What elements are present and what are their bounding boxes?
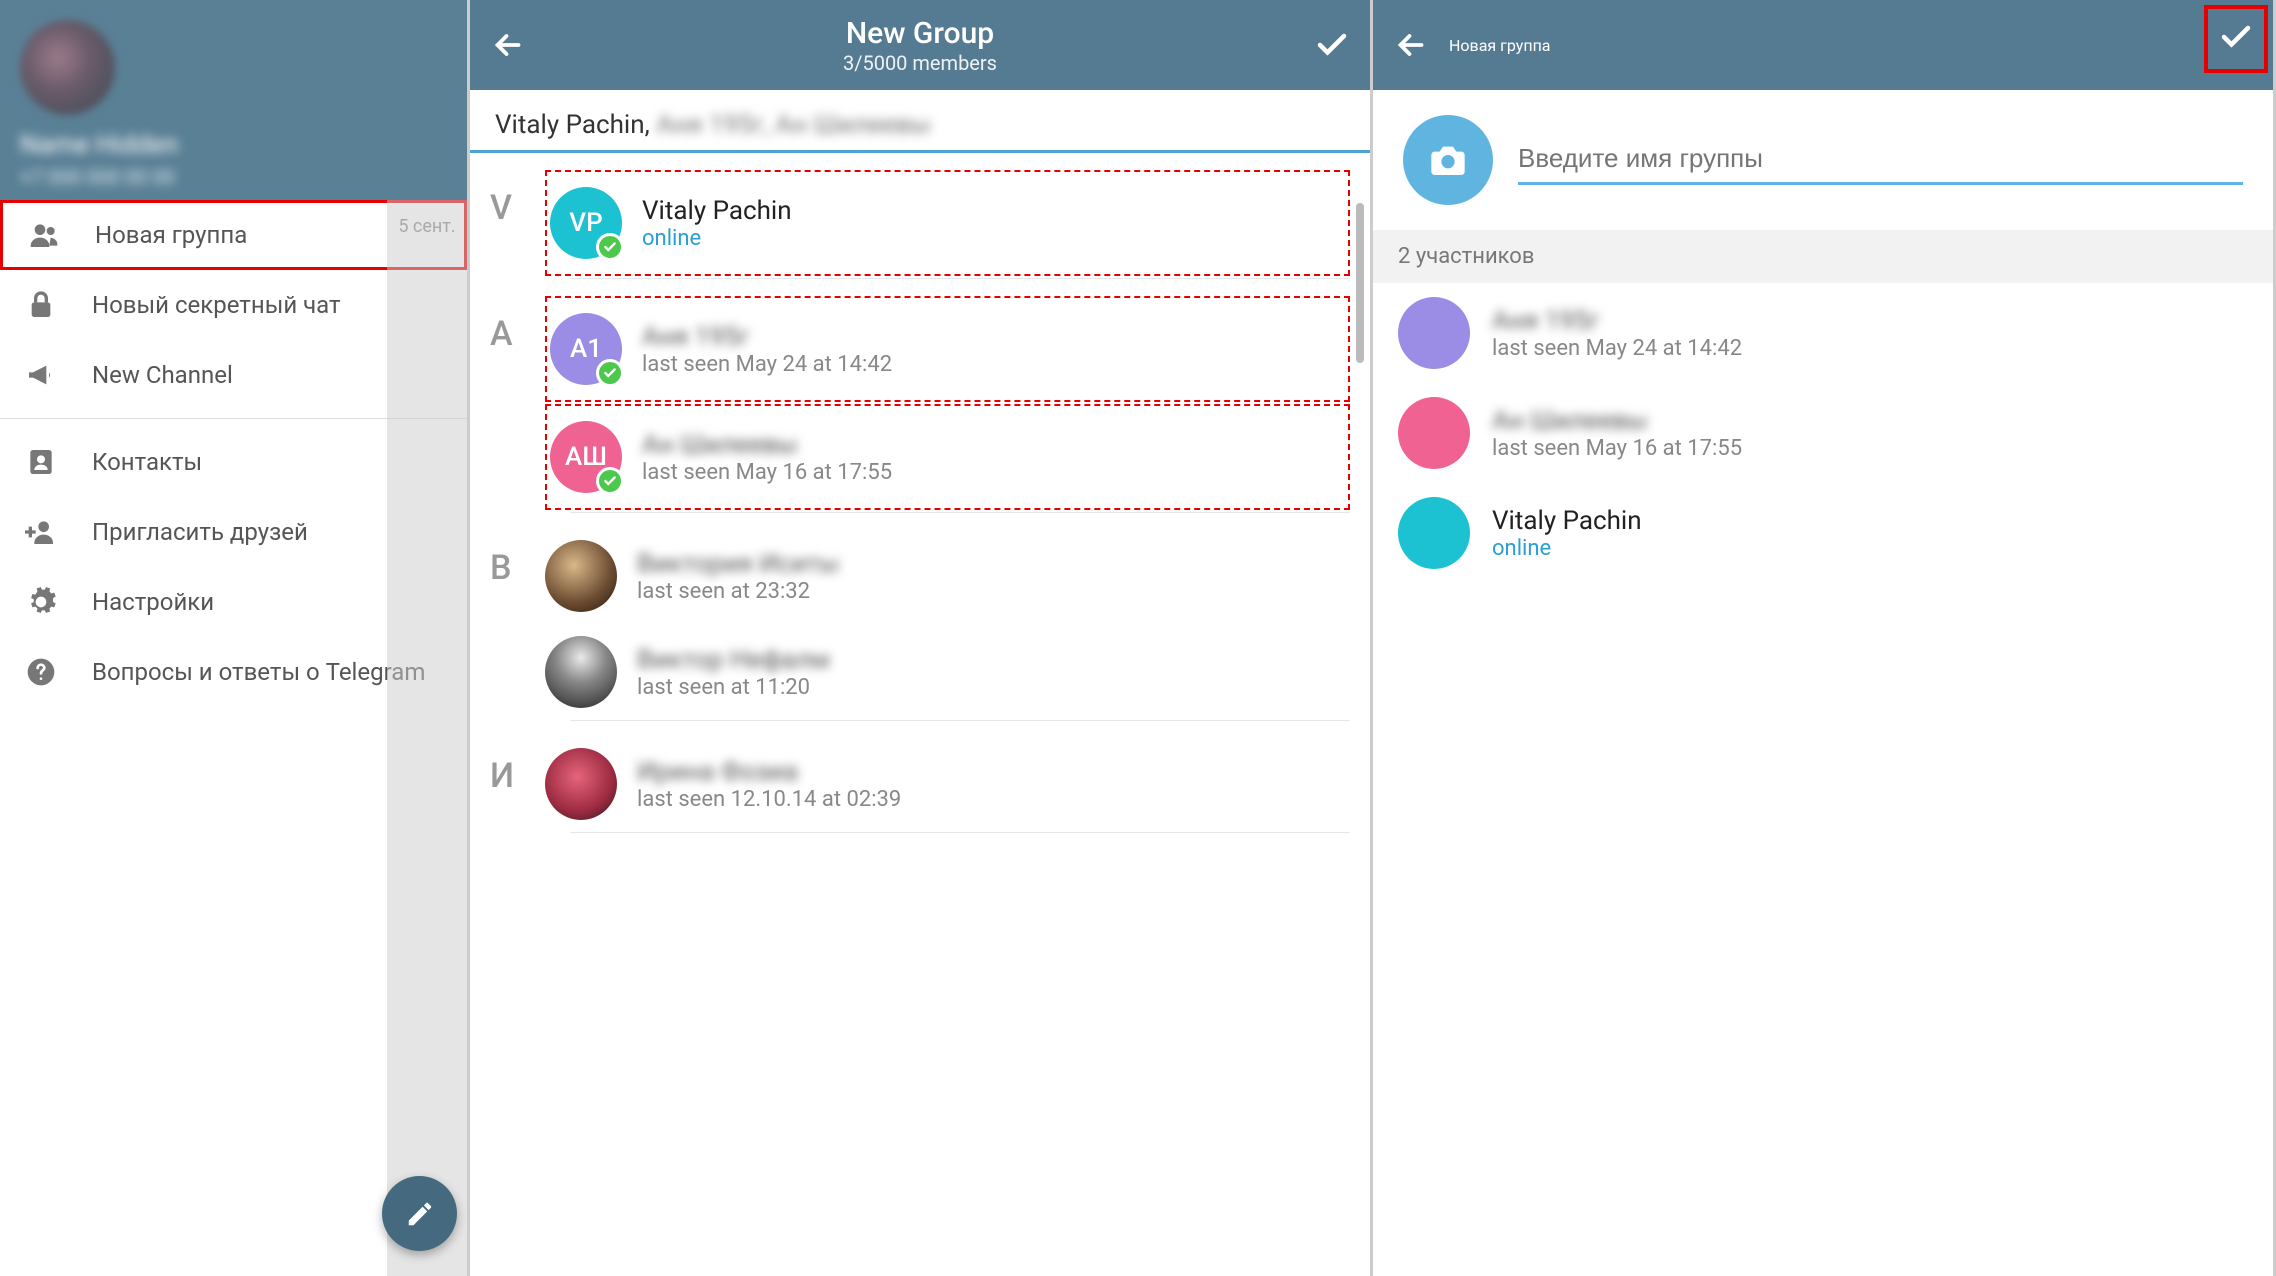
member-avatar [1398, 397, 1470, 469]
confirm-icon[interactable] [2218, 19, 2254, 55]
selected-member-blurred: Аня 195г, Ан Шилеевы [656, 110, 931, 140]
menu-item-label: Контакты [92, 448, 202, 476]
group-icon [28, 219, 60, 251]
header-title: Новая группа [1449, 36, 1551, 55]
contact-avatar: АШ [550, 421, 622, 493]
contact-name: Ан Шилеевы [642, 430, 892, 460]
contact-status: last seen at 11:20 [637, 675, 830, 700]
member-item[interactable]: Ан Шилеевыlast seen May 16 at 17:55 [1373, 383, 2273, 483]
pencil-icon [405, 1199, 435, 1229]
members-list: Аня 195гlast seen May 24 at 14:42Ан Шиле… [1373, 283, 2273, 583]
confirm-highlight [2204, 5, 2268, 73]
group-photo-button[interactable] [1403, 115, 1493, 205]
selected-member-name: Vitaly Pachin, [495, 110, 650, 140]
member-avatar [1398, 497, 1470, 569]
contact-status: last seen May 16 at 17:55 [642, 460, 892, 485]
profile-avatar[interactable] [20, 20, 115, 115]
contact-name: Виктория Иситы [637, 549, 839, 579]
contacts-list[interactable]: VVPVitaly PachinonlineAА1Аня 195гlast se… [470, 153, 1370, 1276]
member-status: last seen May 16 at 17:55 [1492, 436, 1742, 461]
contacts-section: ВВиктория Иситыlast seen at 23:32Виктор … [470, 513, 1370, 720]
new-group-header: New Group 3/5000 members [470, 0, 1370, 90]
group-name-input[interactable] [1518, 135, 2243, 185]
drawer-panel: 05 окт. 5 сент. Name Hidden +7 000 000 0… [0, 0, 470, 1276]
members-count-header: 2 участников [1373, 230, 2273, 283]
member-status: last seen May 24 at 14:42 [1492, 336, 1742, 361]
contact-status: last seen at 23:32 [637, 579, 839, 604]
camera-icon [1428, 140, 1468, 180]
contact-item[interactable]: Виктория Иситыlast seen at 23:32 [545, 528, 1350, 624]
contacts-section: AА1 Аня 195гlast seen May 24 at 14:42 АШ Ан… [470, 279, 1370, 512]
help-icon [25, 656, 57, 688]
compose-fab[interactable] [382, 1176, 457, 1251]
selected-members-bar[interactable]: Vitaly Pachin, Аня 195г, Ан Шилеевы [470, 90, 1370, 153]
contact-avatar: А1 [550, 313, 622, 385]
back-icon[interactable] [1393, 27, 1429, 63]
profile-phone: +7 000 000 00 00 [20, 165, 447, 189]
contact-name: Ирина Фозиа [637, 757, 901, 787]
section-letter: V [490, 168, 545, 228]
section-letter: В [490, 528, 545, 588]
chat-date: 5 сент. [398, 216, 455, 237]
contact-icon [25, 446, 57, 478]
section-letter: A [490, 294, 545, 354]
menu-item-label: New Channel [92, 361, 233, 389]
section-letter: И [490, 736, 545, 796]
contact-status: online [642, 226, 792, 251]
contact-avatar [545, 540, 617, 612]
lock-icon [25, 289, 57, 321]
contact-avatar: VP [550, 187, 622, 259]
contact-name: Vitaly Pachin [642, 196, 792, 226]
member-name: Vitaly Pachin [1492, 506, 1642, 536]
menu-item-label: Новый секретный чат [92, 291, 341, 319]
member-name: Ан Шилеевы [1492, 406, 1742, 436]
confirm-icon[interactable] [1314, 27, 1350, 63]
member-avatar [1398, 297, 1470, 369]
group-setup-header: Новая группа [1373, 0, 2273, 90]
invite-icon [25, 516, 57, 548]
contact-status: last seen May 24 at 14:42 [642, 352, 892, 377]
group-setup-panel: Новая группа 2 участников Аня 195гlast s… [1373, 0, 2276, 1276]
menu-item-label: Вопросы и ответы о Telegram [92, 658, 425, 686]
contacts-section: ИИрина Фозиаlast seen 12.10.14 at 02:39 [470, 721, 1370, 832]
gear-icon [25, 586, 57, 618]
contact-status: last seen 12.10.14 at 02:39 [637, 787, 901, 812]
scrollbar[interactable] [1356, 203, 1364, 363]
member-name: Аня 195г [1492, 306, 1742, 336]
member-item[interactable]: Аня 195гlast seen May 24 at 14:42 [1373, 283, 2273, 383]
header-title: New Group [546, 16, 1294, 51]
drawer-header: Name Hidden +7 000 000 00 00 [0, 0, 467, 200]
contact-name: Виктор Нефалм [637, 645, 830, 675]
contact-item[interactable]: Виктор Нефалмlast seen at 11:20 [545, 624, 1350, 720]
contact-avatar [545, 636, 617, 708]
contact-item[interactable]: VP Vitaly Pachinonline [550, 175, 1345, 271]
contact-item[interactable]: А1 Аня 195гlast seen May 24 at 14:42 [550, 301, 1345, 397]
selected-badge-icon [596, 467, 624, 495]
contact-avatar [545, 748, 617, 820]
contacts-section: VVP Vitaly Pachinonline [470, 153, 1370, 278]
megaphone-icon [25, 359, 57, 391]
menu-item-label: Новая группа [95, 221, 247, 249]
profile-name: Name Hidden [20, 130, 447, 160]
contact-item[interactable]: Ирина Фозиаlast seen 12.10.14 at 02:39 [545, 736, 1350, 832]
menu-item-label: Настройки [92, 588, 214, 616]
member-item[interactable]: Vitaly Pachinonline [1373, 483, 2273, 583]
contact-name: Аня 195г [642, 322, 892, 352]
member-status: online [1492, 536, 1642, 561]
menu-item-label: Пригласить друзей [92, 518, 308, 546]
section-separator [570, 832, 1350, 833]
back-icon[interactable] [490, 27, 526, 63]
selected-badge-icon [596, 359, 624, 387]
header-subtitle: 3/5000 members [546, 51, 1294, 75]
selected-badge-icon [596, 233, 624, 261]
new-group-contacts-panel: New Group 3/5000 members Vitaly Pachin, … [470, 0, 1373, 1276]
contact-item[interactable]: АШ Ан Шилеевыlast seen May 16 at 17:55 [550, 409, 1345, 505]
group-setup-row [1373, 90, 2273, 230]
